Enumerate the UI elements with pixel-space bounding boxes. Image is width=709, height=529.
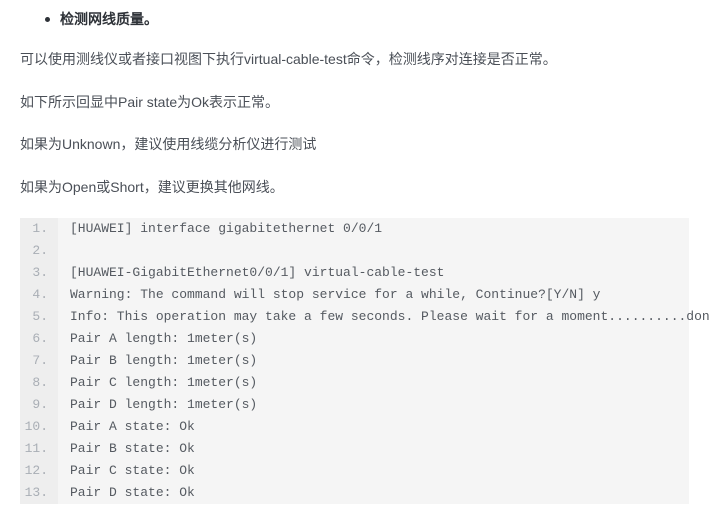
code-line: 2. xyxy=(20,240,689,262)
code-text: Info: This operation may take a few seco… xyxy=(58,306,709,328)
section-heading: 检测网线质量。 xyxy=(20,8,689,30)
paragraph: 可以使用测线仪或者接口视图下执行virtual-cable-test命令，检测线… xyxy=(20,48,689,70)
paragraph: 如下所示回显中Pair state为Ok表示正常。 xyxy=(20,91,689,113)
line-number: 3. xyxy=(20,262,58,284)
code-text: Pair B state: Ok xyxy=(58,438,689,460)
code-text: Pair D state: Ok xyxy=(58,482,689,504)
code-line: 6. Pair A length: 1meter(s) xyxy=(20,328,689,350)
code-line: 1. [HUAWEI] interface gigabitethernet 0/… xyxy=(20,218,689,240)
line-number: 6. xyxy=(20,328,58,350)
bullet-icon xyxy=(45,17,50,22)
code-text: Pair C state: Ok xyxy=(58,460,689,482)
code-line: 13. Pair D state: Ok xyxy=(20,482,689,504)
code-text: Pair A state: Ok xyxy=(58,416,689,438)
code-text: [HUAWEI] interface gigabitethernet 0/0/1 xyxy=(58,218,689,240)
line-number: 10. xyxy=(20,416,58,438)
line-number: 9. xyxy=(20,394,58,416)
line-number: 1. xyxy=(20,218,58,240)
line-number: 2. xyxy=(20,240,58,262)
code-text: Warning: The command will stop service f… xyxy=(58,284,689,306)
line-number: 11. xyxy=(20,438,58,460)
code-text: Pair C length: 1meter(s) xyxy=(58,372,689,394)
line-number: 8. xyxy=(20,372,58,394)
page: 检测网线质量。 可以使用测线仪或者接口视图下执行virtual-cable-te… xyxy=(0,0,709,514)
code-line: 3. [HUAWEI-GigabitEthernet0/0/1] virtual… xyxy=(20,262,689,284)
code-line: 7. Pair B length: 1meter(s) xyxy=(20,350,689,372)
code-line: 9. Pair D length: 1meter(s) xyxy=(20,394,689,416)
code-line: 12. Pair C state: Ok xyxy=(20,460,689,482)
code-text: [HUAWEI-GigabitEthernet0/0/1] virtual-ca… xyxy=(58,262,689,284)
code-text: Pair B length: 1meter(s) xyxy=(58,350,689,372)
code-text xyxy=(58,240,689,262)
code-line: 5. Info: This operation may take a few s… xyxy=(20,306,689,328)
line-number: 12. xyxy=(20,460,58,482)
code-text: Pair D length: 1meter(s) xyxy=(58,394,689,416)
code-line: 11. Pair B state: Ok xyxy=(20,438,689,460)
code-line: 4. Warning: The command will stop servic… xyxy=(20,284,689,306)
line-number: 5. xyxy=(20,306,58,328)
code-text: Pair A length: 1meter(s) xyxy=(58,328,689,350)
line-number: 13. xyxy=(20,482,58,504)
heading-text: 检测网线质量。 xyxy=(60,8,158,30)
paragraph: 如果为Unknown，建议使用线缆分析仪进行测试 xyxy=(20,133,689,155)
code-line: 8. Pair C length: 1meter(s) xyxy=(20,372,689,394)
paragraph: 如果为Open或Short，建议更换其他网线。 xyxy=(20,176,689,198)
code-line: 10. Pair A state: Ok xyxy=(20,416,689,438)
line-number: 7. xyxy=(20,350,58,372)
line-number: 4. xyxy=(20,284,58,306)
code-block: 1. [HUAWEI] interface gigabitethernet 0/… xyxy=(20,218,689,504)
